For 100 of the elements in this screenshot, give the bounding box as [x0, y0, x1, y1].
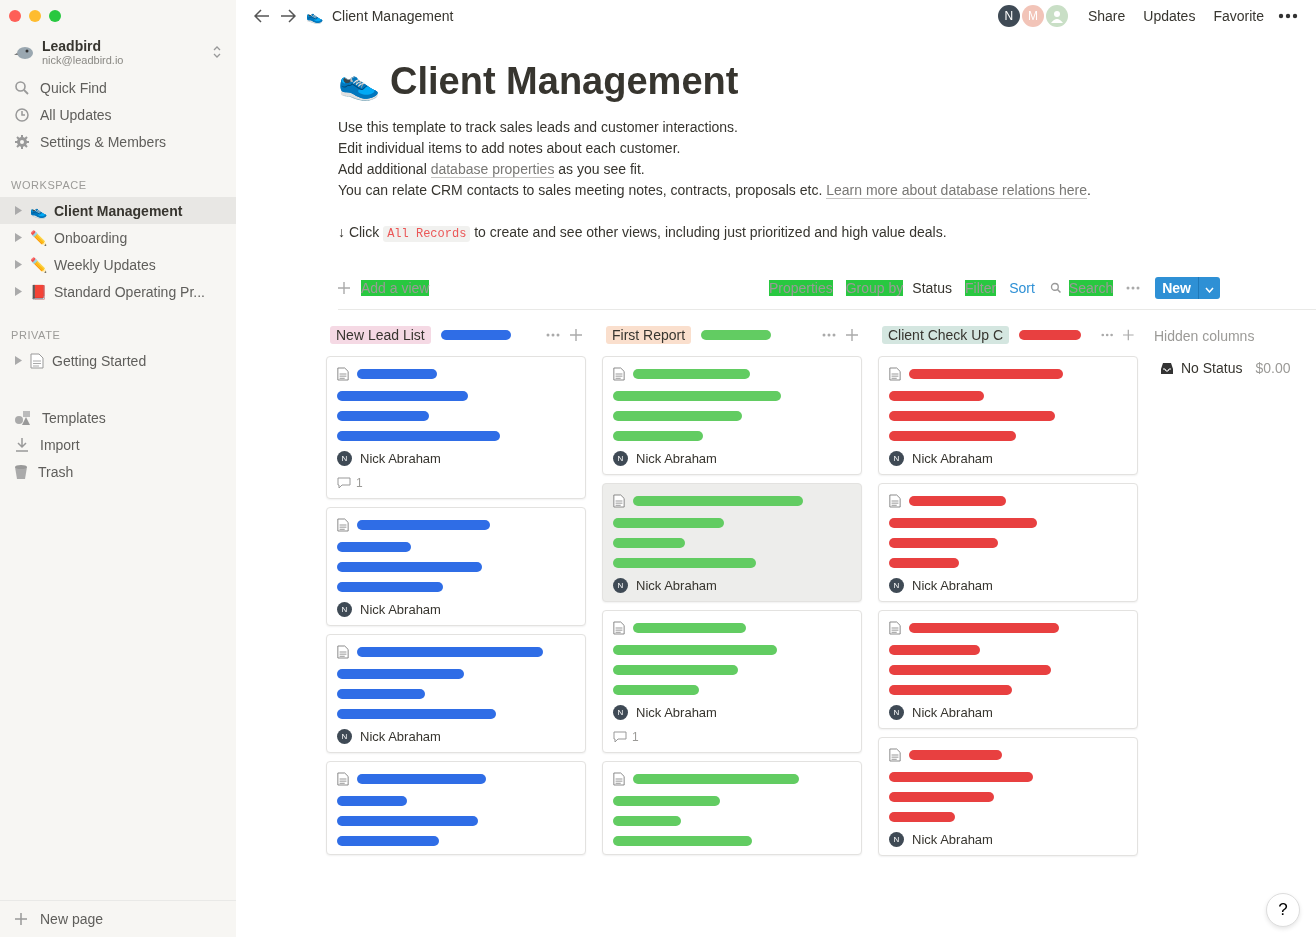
more-icon[interactable] — [1278, 13, 1298, 19]
sidebar-page[interactable]: 📕 Standard Operating Pr... — [0, 278, 236, 305]
description-line: Add additional database properties as you see fit. — [338, 160, 646, 180]
trash-icon — [14, 463, 28, 480]
document-icon — [337, 367, 349, 381]
expand-triangle-icon[interactable] — [14, 356, 22, 365]
topbar-button[interactable]: Share — [1083, 8, 1130, 24]
board-card[interactable]: N Nick Abraham — [326, 507, 586, 626]
close-icon[interactable] — [9, 10, 21, 22]
page-emoji-icon: 👟 — [30, 202, 46, 219]
maximize-icon[interactable] — [49, 10, 61, 22]
chevron-updown-icon[interactable] — [212, 45, 222, 59]
inline-link[interactable]: database properties — [430, 161, 555, 178]
clock-icon — [14, 106, 30, 123]
owner-name: Nick Abraham — [360, 602, 441, 617]
sidebar-page[interactable]: Getting Started — [0, 347, 236, 374]
workspace-email: nick@leadbird.io — [42, 54, 125, 66]
avatar: N — [613, 705, 628, 720]
sidebar-page[interactable]: ✏ Onboarding — [0, 224, 236, 251]
redaction-scribble — [889, 558, 959, 568]
sidebar-page[interactable]: ✏ Weekly Updates — [0, 251, 236, 278]
hint-line: ↓ Click All Records to create and see other views, including just prioritized and high value deals. — [338, 223, 948, 244]
document-icon — [889, 621, 901, 635]
document-icon — [30, 352, 44, 369]
search-icon — [1049, 282, 1062, 294]
plus-icon[interactable] — [1123, 329, 1134, 341]
board-card[interactable] — [326, 761, 586, 855]
column-tag[interactable]: First Report — [606, 326, 692, 344]
sidebar-link[interactable]: All Updates — [40, 106, 112, 123]
page-emoji-icon: 👟 — [338, 61, 380, 102]
sidebar-link[interactable]: Templates — [42, 409, 106, 426]
document-icon — [337, 772, 349, 786]
column-tag[interactable]: Client Check Up C — [882, 326, 1010, 344]
redaction-scribble — [613, 816, 681, 826]
hidden-column-name[interactable]: No Status — [1181, 360, 1243, 376]
expand-triangle-icon[interactable] — [14, 233, 22, 242]
search-icon — [14, 79, 30, 96]
plus-icon[interactable] — [846, 329, 858, 341]
page-title: Client Management — [390, 60, 739, 103]
board-card[interactable]: N Nick Abraham 1 — [326, 356, 586, 499]
board-card[interactable] — [602, 761, 862, 855]
forward-arrow-icon[interactable] — [280, 9, 296, 23]
board-card[interactable]: N Nick Abraham — [878, 483, 1138, 602]
document-icon — [337, 645, 349, 659]
new-page-link[interactable]: New page — [40, 911, 104, 927]
avatar[interactable] — [1045, 5, 1068, 27]
owner-name: Nick Abraham — [912, 451, 993, 466]
avatar: N — [889, 578, 904, 593]
plus-icon[interactable] — [338, 282, 350, 294]
description-line: Edit individual items to add notes about each customer. — [338, 139, 682, 158]
owner-name: Nick Abraham — [636, 705, 717, 720]
inline-link[interactable]: Learn more about database relations here — [826, 182, 1087, 199]
comment-count: 1 — [356, 476, 363, 490]
help-button[interactable]: ? — [1266, 893, 1300, 927]
board-card[interactable]: N Nick Abraham — [602, 483, 862, 602]
sidebar-link[interactable]: Import — [40, 436, 80, 453]
new-dropdown-button[interactable] — [1198, 277, 1220, 299]
minimize-icon[interactable] — [29, 10, 41, 22]
page-emoji-icon: 👟 — [306, 8, 322, 24]
group-by-value[interactable]: Status — [912, 280, 953, 296]
avatar[interactable]: N — [997, 5, 1020, 27]
sidebar-link[interactable]: Settings & Members — [40, 133, 167, 150]
description-line: You can relate CRM contacts to sales meeting notes, contracts, proposals etc. Learn more about database relations here. — [338, 181, 1092, 201]
expand-triangle-icon[interactable] — [14, 260, 22, 269]
section-heading: PRIVATE — [10, 329, 62, 341]
bird-icon — [14, 44, 34, 60]
redaction-scribble — [889, 812, 955, 822]
sidebar-link[interactable]: Quick Find — [40, 79, 107, 96]
column-tag[interactable]: New Lead List — [330, 326, 431, 344]
expand-triangle-icon[interactable] — [14, 287, 22, 296]
settings-icon — [14, 133, 30, 150]
breadcrumb[interactable]: Client Management — [332, 8, 454, 24]
back-arrow-icon[interactable] — [254, 9, 270, 23]
description-line: Use this template to track sales leads and customer interactions. — [338, 118, 739, 137]
owner-name: Nick Abraham — [912, 705, 993, 720]
document-icon — [613, 494, 625, 508]
document-icon — [613, 772, 625, 786]
board-card[interactable]: N Nick Abraham — [326, 634, 586, 753]
plus-icon[interactable] — [14, 912, 28, 926]
shapes-icon — [14, 409, 32, 426]
redaction-scribble — [1019, 330, 1081, 340]
sort-button[interactable]: Sort — [1009, 280, 1035, 296]
board-card[interactable]: N Nick Abraham — [878, 737, 1138, 856]
avatar: N — [889, 451, 904, 466]
person-silhouette-icon — [1049, 9, 1064, 23]
expand-triangle-icon[interactable] — [14, 206, 22, 215]
comment-count: 1 — [632, 730, 639, 744]
sidebar-link[interactable]: Trash — [38, 463, 74, 480]
board-card[interactable]: N Nick Abraham — [878, 610, 1138, 729]
board-card[interactable]: N Nick Abraham 1 — [602, 610, 862, 753]
redaction-scribble — [337, 796, 407, 806]
plus-icon[interactable] — [570, 329, 582, 341]
topbar-button[interactable]: Favorite — [1209, 8, 1268, 24]
sidebar-page[interactable]: 👟 Client Management — [0, 197, 236, 224]
topbar-button[interactable]: Updates — [1139, 8, 1200, 24]
workspace-name[interactable]: Leadbird — [42, 38, 204, 54]
board-card[interactable]: N Nick Abraham — [602, 356, 862, 475]
download-icon — [14, 436, 30, 453]
page-emoji-icon: 📕 — [30, 283, 46, 300]
board-card[interactable]: N Nick Abraham — [878, 356, 1138, 475]
